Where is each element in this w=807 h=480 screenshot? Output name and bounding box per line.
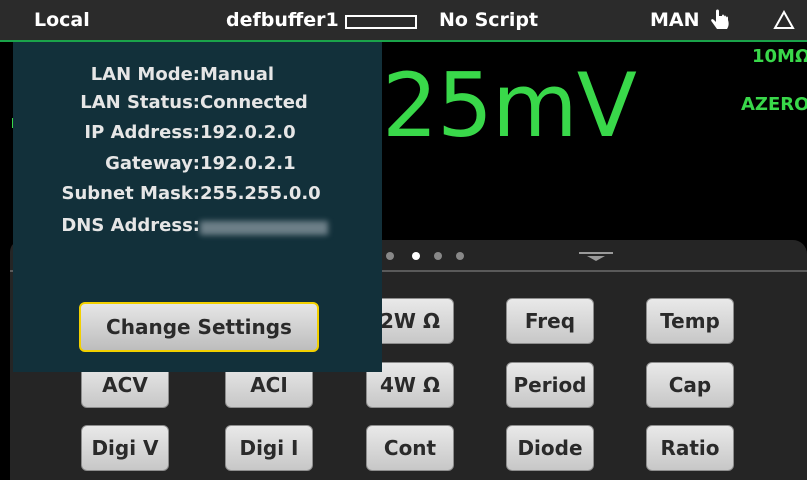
dns-address-label: DNS Address: [61, 215, 200, 236]
hand-pointer-icon[interactable] [707, 8, 733, 34]
measurement-reading: 25mV [382, 54, 637, 157]
ip-address-label: IP Address: [84, 122, 200, 143]
subnet-mask-value: 255.255.0.0 [200, 183, 321, 204]
script-indicator[interactable]: No Script [439, 9, 538, 31]
change-settings-button[interactable]: Change Settings [79, 302, 319, 352]
lan-status-label: LAN Status: [80, 92, 200, 113]
redacted-dns-value [200, 221, 328, 235]
function-button-freq[interactable]: Freq [506, 298, 594, 344]
lan-info-popup: LAN Mode: Manual LAN Status: Connected I… [13, 42, 382, 372]
page-dot[interactable] [434, 252, 442, 260]
gateway-value: 192.0.2.1 [200, 153, 296, 174]
lan-mode-row: LAN Mode: Manual [13, 64, 382, 92]
buffer-fill-bar[interactable] [345, 15, 417, 29]
status-bar: Local defbuffer1 No Script MAN [0, 0, 807, 42]
dns-address-row: DNS Address: [13, 215, 382, 243]
subnet-mask-label: Subnet Mask: [61, 183, 201, 204]
function-button-cont[interactable]: Cont [366, 425, 454, 471]
ip-address-value: 192.0.2.0 [200, 122, 296, 143]
gateway-row: Gateway: 192.0.2.1 [13, 153, 382, 181]
page-dot[interactable] [456, 252, 464, 260]
page-dot-active[interactable] [412, 252, 420, 260]
function-button-period[interactable]: Period [506, 362, 594, 408]
lan-status-row: LAN Status: Connected [13, 92, 382, 120]
range-indicator[interactable]: 10MΩ [752, 46, 807, 67]
lan-mode-label: LAN Mode: [90, 64, 200, 85]
function-button-digi-v[interactable]: Digi V [81, 425, 169, 471]
lan-mode-value: Manual [200, 64, 275, 85]
buffer-indicator[interactable]: defbuffer1 [226, 9, 339, 31]
local-indicator[interactable]: Local [34, 9, 90, 31]
page-dot[interactable] [386, 252, 394, 260]
lan-status-value: Connected [200, 92, 308, 113]
function-button-temp[interactable]: Temp [646, 298, 734, 344]
dns-address-value [200, 215, 328, 240]
ip-address-row: IP Address: 192.0.2.0 [13, 122, 382, 150]
triangle-icon[interactable] [773, 10, 795, 30]
gateway-label: Gateway: [105, 153, 200, 174]
subnet-mask-row: Subnet Mask: 255.255.0.0 [13, 183, 382, 211]
swipe-handle-icon[interactable] [577, 250, 615, 262]
function-button-ratio[interactable]: Ratio [646, 425, 734, 471]
range-mode-indicator[interactable]: MAN [650, 9, 700, 31]
azero-indicator[interactable]: AZERO [741, 94, 807, 115]
function-button-cap[interactable]: Cap [646, 362, 734, 408]
function-button-diode[interactable]: Diode [506, 425, 594, 471]
function-button-digi-i[interactable]: Digi I [225, 425, 313, 471]
